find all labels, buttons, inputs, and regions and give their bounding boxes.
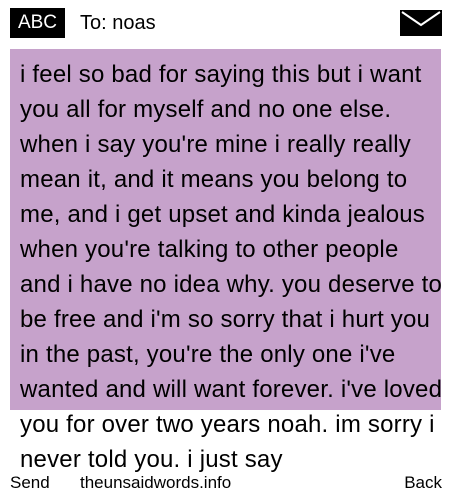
back-softkey[interactable]: Back <box>404 473 442 493</box>
envelope-icon <box>400 10 442 36</box>
recipient-label: To: noas <box>80 12 156 34</box>
watermark-label: theunsaidwords.info <box>80 473 232 492</box>
message-body[interactable]: i feel so bad for saying this but i want… <box>20 57 445 477</box>
softkey-bar: Send theunsaidwords.info Back <box>0 473 450 500</box>
input-mode-indicator: ABC <box>10 8 65 38</box>
top-bar: ABC To: noas <box>0 0 450 48</box>
send-softkey[interactable]: Send <box>10 473 50 493</box>
